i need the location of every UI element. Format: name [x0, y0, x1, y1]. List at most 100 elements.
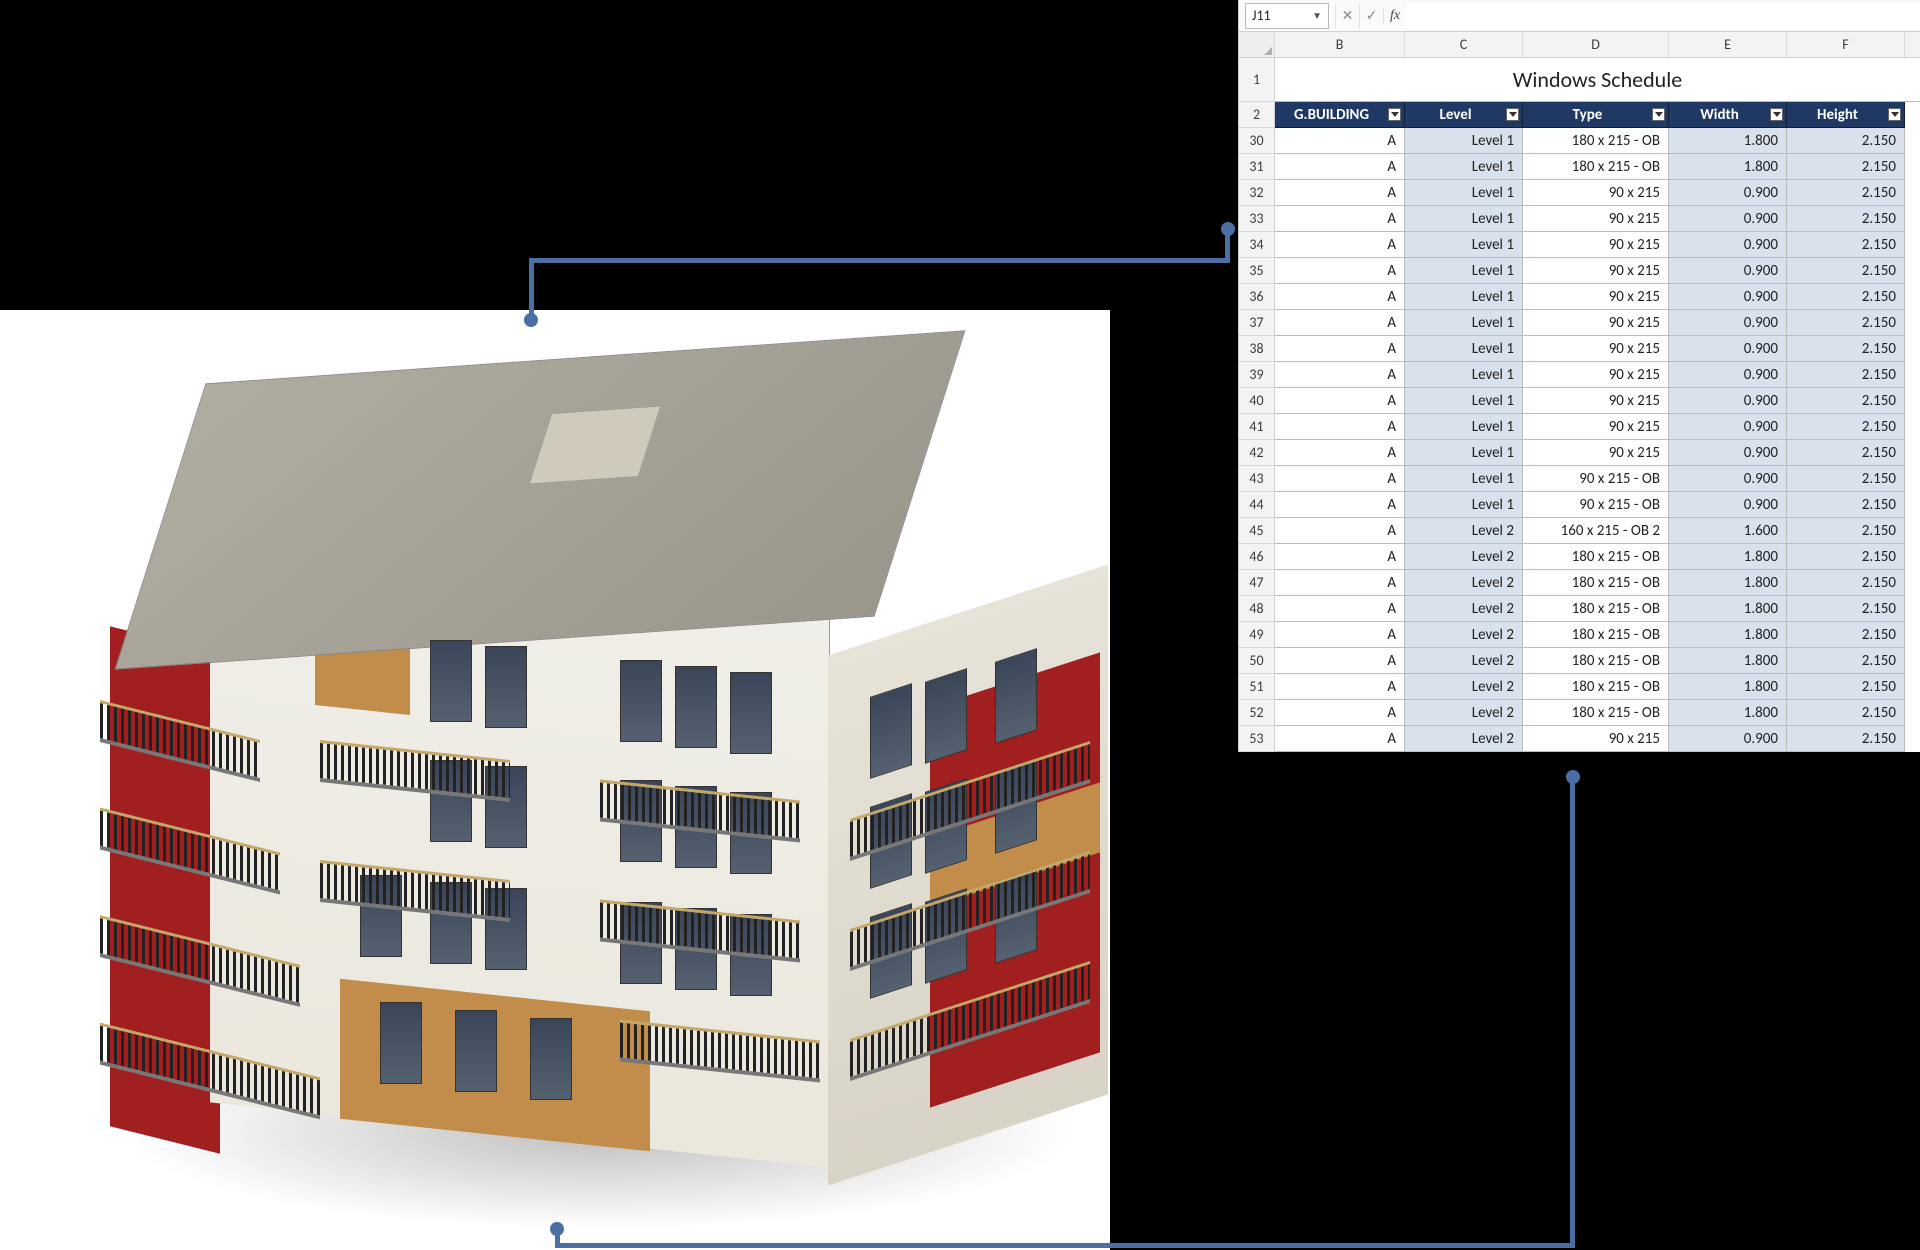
row-header-1[interactable]: 1	[1239, 58, 1275, 102]
accept-formula-button[interactable]: ✓	[1359, 4, 1383, 28]
cell-gbuilding[interactable]: A	[1275, 518, 1405, 544]
cell-type[interactable]: 90 x 215	[1523, 258, 1669, 284]
cell-level[interactable]: Level 1	[1405, 336, 1523, 362]
header-width[interactable]: Width	[1669, 102, 1787, 128]
cell-width[interactable]: 1.800	[1669, 128, 1787, 154]
cell-height[interactable]: 2.150	[1787, 726, 1905, 752]
filter-icon[interactable]	[1506, 108, 1519, 121]
row-header[interactable]: 52	[1239, 700, 1275, 726]
cell-height[interactable]: 2.150	[1787, 128, 1905, 154]
cell-height[interactable]: 2.150	[1787, 336, 1905, 362]
cell-type[interactable]: 90 x 215	[1523, 388, 1669, 414]
cell-gbuilding[interactable]: A	[1275, 466, 1405, 492]
cell-width[interactable]: 0.900	[1669, 362, 1787, 388]
row-header-2[interactable]: 2	[1239, 102, 1275, 128]
cell-level[interactable]: Level 2	[1405, 570, 1523, 596]
cell-width[interactable]: 0.900	[1669, 284, 1787, 310]
col-header-D[interactable]: D	[1523, 32, 1669, 57]
cell-type[interactable]: 90 x 215	[1523, 440, 1669, 466]
cell-height[interactable]: 2.150	[1787, 180, 1905, 206]
filter-icon[interactable]	[1652, 108, 1665, 121]
header-level[interactable]: Level	[1405, 102, 1523, 128]
cell-level[interactable]: Level 1	[1405, 258, 1523, 284]
cell-width[interactable]: 0.900	[1669, 492, 1787, 518]
cell-gbuilding[interactable]: A	[1275, 284, 1405, 310]
cell-type[interactable]: 90 x 215	[1523, 726, 1669, 752]
cell-gbuilding[interactable]: A	[1275, 128, 1405, 154]
col-header-C[interactable]: C	[1405, 32, 1523, 57]
building-render-viewport[interactable]	[0, 310, 1110, 1250]
cell-height[interactable]: 2.150	[1787, 232, 1905, 258]
cell-width[interactable]: 0.900	[1669, 440, 1787, 466]
cell-gbuilding[interactable]: A	[1275, 440, 1405, 466]
row-header[interactable]: 38	[1239, 336, 1275, 362]
formula-input[interactable]	[1406, 3, 1920, 29]
cell-height[interactable]: 2.150	[1787, 258, 1905, 284]
col-header-F[interactable]: F	[1787, 32, 1905, 57]
cell-level[interactable]: Level 2	[1405, 518, 1523, 544]
row-header[interactable]: 33	[1239, 206, 1275, 232]
cell-level[interactable]: Level 2	[1405, 700, 1523, 726]
cell-width[interactable]: 1.600	[1669, 518, 1787, 544]
cell-width[interactable]: 1.800	[1669, 674, 1787, 700]
name-box[interactable]: J11 ▼	[1245, 3, 1329, 29]
cell-type[interactable]: 180 x 215 - OB	[1523, 674, 1669, 700]
cell-type[interactable]: 180 x 215 - OB	[1523, 596, 1669, 622]
row-header[interactable]: 31	[1239, 154, 1275, 180]
cell-width[interactable]: 0.900	[1669, 310, 1787, 336]
header-gbuilding[interactable]: G.BUILDING	[1275, 102, 1405, 128]
cell-gbuilding[interactable]: A	[1275, 362, 1405, 388]
cell-height[interactable]: 2.150	[1787, 414, 1905, 440]
cell-type[interactable]: 180 x 215 - OB	[1523, 128, 1669, 154]
select-all-corner[interactable]	[1239, 32, 1275, 57]
cell-type[interactable]: 90 x 215	[1523, 206, 1669, 232]
cell-level[interactable]: Level 2	[1405, 726, 1523, 752]
row-header[interactable]: 44	[1239, 492, 1275, 518]
cell-gbuilding[interactable]: A	[1275, 258, 1405, 284]
fx-icon[interactable]: fx	[1383, 8, 1406, 24]
row-header[interactable]: 47	[1239, 570, 1275, 596]
cell-height[interactable]: 2.150	[1787, 648, 1905, 674]
row-header[interactable]: 53	[1239, 726, 1275, 752]
cell-type[interactable]: 180 x 215 - OB	[1523, 570, 1669, 596]
cell-height[interactable]: 2.150	[1787, 310, 1905, 336]
cell-type[interactable]: 90 x 215	[1523, 362, 1669, 388]
cell-height[interactable]: 2.150	[1787, 518, 1905, 544]
row-header[interactable]: 36	[1239, 284, 1275, 310]
filter-icon[interactable]	[1770, 108, 1783, 121]
cell-width[interactable]: 0.900	[1669, 466, 1787, 492]
cell-width[interactable]: 1.800	[1669, 154, 1787, 180]
cell-height[interactable]: 2.150	[1787, 622, 1905, 648]
cell-gbuilding[interactable]: A	[1275, 154, 1405, 180]
cell-level[interactable]: Level 1	[1405, 466, 1523, 492]
cell-type[interactable]: 90 x 215	[1523, 336, 1669, 362]
col-header-E[interactable]: E	[1669, 32, 1787, 57]
cell-width[interactable]: 1.800	[1669, 570, 1787, 596]
header-height[interactable]: Height	[1787, 102, 1905, 128]
cell-level[interactable]: Level 1	[1405, 492, 1523, 518]
cell-width[interactable]: 1.800	[1669, 700, 1787, 726]
cell-level[interactable]: Level 1	[1405, 310, 1523, 336]
cell-gbuilding[interactable]: A	[1275, 232, 1405, 258]
cell-gbuilding[interactable]: A	[1275, 544, 1405, 570]
col-header-B[interactable]: B	[1275, 32, 1405, 57]
cell-width[interactable]: 0.900	[1669, 258, 1787, 284]
cell-type[interactable]: 90 x 215	[1523, 310, 1669, 336]
cell-level[interactable]: Level 1	[1405, 362, 1523, 388]
cell-gbuilding[interactable]: A	[1275, 648, 1405, 674]
cell-width[interactable]: 1.800	[1669, 544, 1787, 570]
row-header[interactable]: 39	[1239, 362, 1275, 388]
cell-type[interactable]: 160 x 215 - OB 2	[1523, 518, 1669, 544]
cell-gbuilding[interactable]: A	[1275, 492, 1405, 518]
row-header[interactable]: 42	[1239, 440, 1275, 466]
cell-level[interactable]: Level 2	[1405, 544, 1523, 570]
row-header[interactable]: 50	[1239, 648, 1275, 674]
cell-type[interactable]: 90 x 215	[1523, 284, 1669, 310]
row-header[interactable]: 32	[1239, 180, 1275, 206]
cell-gbuilding[interactable]: A	[1275, 622, 1405, 648]
cell-gbuilding[interactable]: A	[1275, 388, 1405, 414]
cell-width[interactable]: 0.900	[1669, 414, 1787, 440]
cell-gbuilding[interactable]: A	[1275, 596, 1405, 622]
cell-gbuilding[interactable]: A	[1275, 570, 1405, 596]
row-header[interactable]: 40	[1239, 388, 1275, 414]
